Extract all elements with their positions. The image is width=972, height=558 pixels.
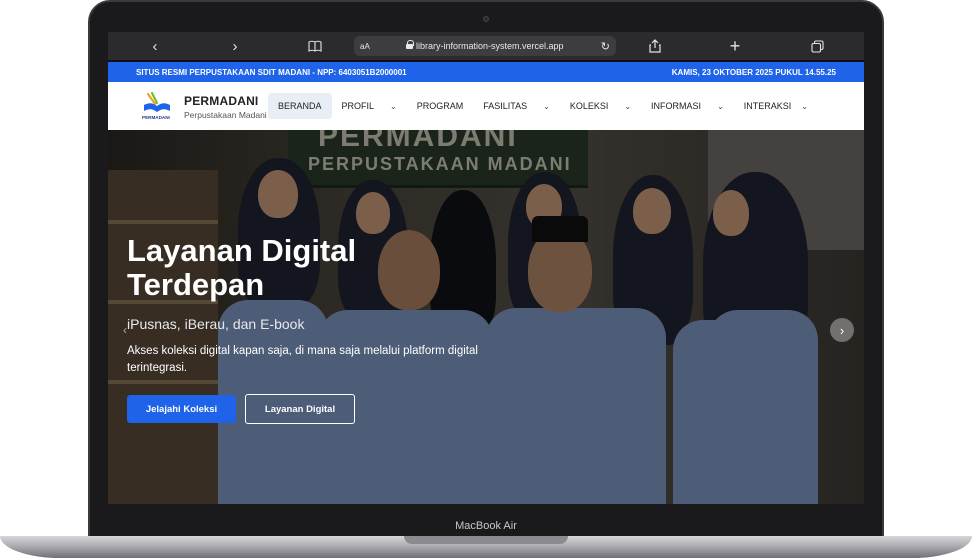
hero-carousel: PERMADANI PERPUSTAKAAN MADANI ‹ Layanan D… (108, 130, 864, 504)
address-bar[interactable]: aA library-information-system.vercel.app… (354, 36, 616, 56)
site-navbar: PERMADANI PERMADANI Perpustakaan Madani … (108, 82, 864, 130)
url-text: library-information-system.vercel.app (416, 41, 564, 51)
explore-collection-button[interactable]: Jelajahi Koleksi (127, 395, 236, 423)
nav-item-label: FASILITAS (483, 101, 528, 111)
hero-subtitle: iPusnas, iBerau, dan E-book (127, 316, 305, 332)
share-button[interactable] (644, 36, 666, 56)
hero-description: Akses koleksi digital kapan saja, di man… (127, 345, 478, 374)
carousel-next-button[interactable]: › (830, 318, 854, 342)
book-logo-icon: PERMADANI (142, 91, 170, 120)
logo[interactable]: PERMADANI (142, 90, 172, 120)
book-icon (308, 40, 322, 52)
nav-item-informasi[interactable]: INFORMASI ⌄ (641, 93, 734, 119)
chevron-down-icon: ⌄ (717, 101, 724, 111)
top-info-bar: SITUS RESMI PERPUSTAKAAN SDIT MADANI - N… (108, 62, 864, 82)
hero-title: Layanan Digital Terdepan (127, 233, 357, 302)
model-label: MacBook Air (455, 520, 517, 532)
chevron-down-icon: ⌄ (390, 101, 397, 111)
back-button[interactable]: ‹ (144, 36, 166, 56)
camera-icon (483, 16, 489, 22)
share-icon (649, 39, 661, 53)
main-nav: BERANDA PROFIL ⌄ PROGRAM FASILITAS ⌄ KOLEK… (268, 93, 818, 119)
brand[interactable]: PERMADANI Perpustakaan Madani (184, 94, 267, 120)
tabs-button[interactable] (806, 36, 828, 56)
brand-subtitle: Perpustakaan Madani (184, 110, 267, 120)
text-size-button[interactable]: aA (360, 42, 370, 51)
nav-item-koleksi[interactable]: KOLEKSI ⌄ (560, 93, 641, 119)
nav-item-label: BERANDA (278, 101, 322, 111)
brand-name: PERMADANI (184, 94, 259, 108)
nav-item-interaksi[interactable]: INTERAKSI ⌄ (734, 93, 818, 119)
nav-item-label: PROGRAM (416, 101, 464, 111)
laptop-frame: ‹ › aA library-information-system.vercel… (0, 0, 972, 558)
forward-button[interactable]: › (224, 36, 246, 56)
datetime-text: KAMIS, 23 OKTOBER 2025 PUKUL 14.55.25 (671, 67, 836, 77)
new-tab-button[interactable]: + (724, 36, 746, 56)
chevron-down-icon: ⌄ (624, 101, 632, 111)
nav-item-beranda[interactable]: BERANDA (268, 93, 332, 119)
nav-item-profil[interactable]: PROFIL ⌄ (332, 93, 407, 119)
lock-icon (406, 40, 414, 49)
nav-item-label: INTERAKSI (743, 101, 792, 111)
nav-item-fasilitas[interactable]: FASILITAS ⌄ (473, 93, 560, 119)
nav-item-label: INFORMASI (651, 101, 702, 111)
nav-item-label: PROFIL (341, 101, 375, 111)
tabs-icon (810, 39, 824, 53)
digital-services-button[interactable]: Layanan Digital (245, 394, 355, 424)
browser-toolbar: ‹ › aA library-information-system.vercel… (108, 32, 864, 60)
browser-window: ‹ › aA library-information-system.vercel… (108, 32, 864, 504)
reload-button[interactable]: ↻ (601, 40, 610, 53)
bookmarks-button[interactable] (304, 36, 326, 56)
laptop-notch (404, 536, 568, 544)
nav-item-program[interactable]: PROGRAM (407, 93, 474, 119)
logo-text: PERMADANI (142, 115, 170, 120)
nav-item-label: KOLEKSI (569, 101, 609, 111)
chevron-down-icon: ⌄ (543, 101, 550, 111)
chevron-down-icon: ⌄ (801, 101, 808, 111)
official-site-text: SITUS RESMI PERPUSTAKAAN SDIT MADANI - N… (136, 67, 407, 77)
